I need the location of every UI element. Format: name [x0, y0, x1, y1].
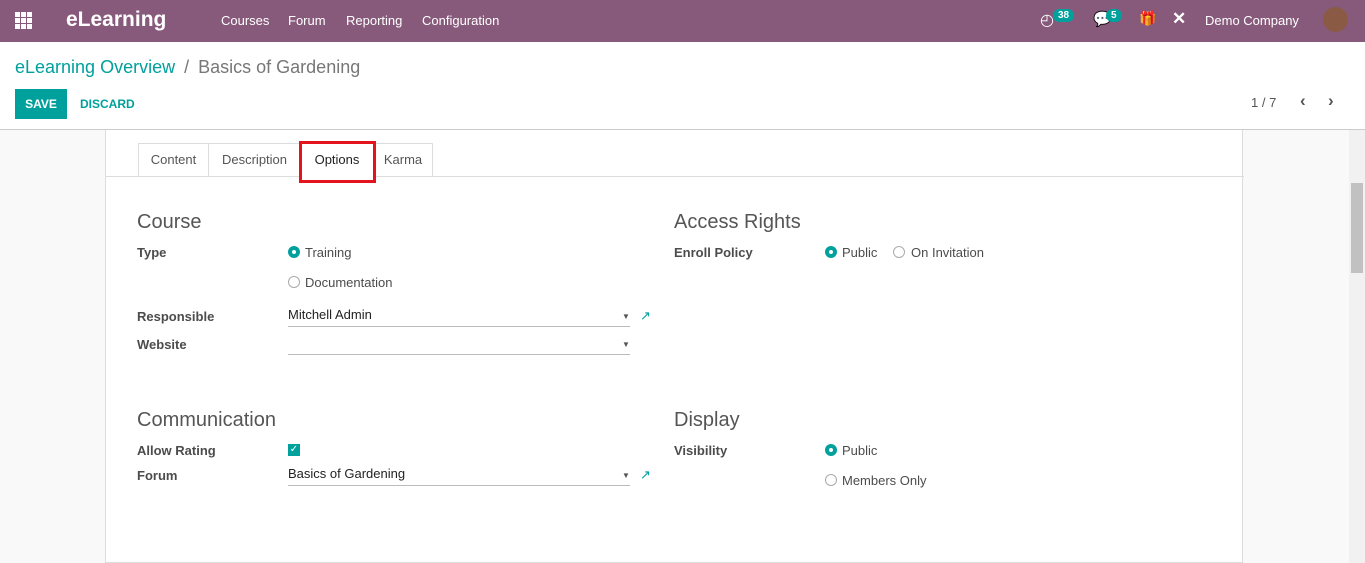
allow-rating-label: Allow Rating — [137, 443, 216, 458]
user-avatar[interactable] — [1323, 7, 1348, 32]
enroll-public-radio[interactable] — [825, 246, 837, 258]
display-heading: Display — [674, 409, 740, 431]
responsible-field[interactable]: Mitchell Admin — [288, 307, 630, 327]
menu-configuration[interactable]: Configuration — [422, 13, 499, 28]
tab-karma[interactable]: Karma — [373, 143, 433, 177]
website-field[interactable] — [288, 335, 630, 355]
pager-previous-icon[interactable]: ‹ — [1300, 91, 1306, 111]
gift-icon[interactable]: 🎁 — [1139, 10, 1156, 27]
visibility-members-label[interactable]: Members Only — [842, 473, 927, 488]
forum-external-link-icon[interactable]: ↗ — [640, 467, 651, 483]
website-label: Website — [137, 337, 187, 352]
visibility-label: Visibility — [674, 443, 728, 458]
type-training-radio[interactable] — [288, 246, 300, 258]
tab-description[interactable]: Description — [208, 143, 301, 177]
visibility-public-radio[interactable] — [825, 444, 837, 456]
app-brand: eLearning — [66, 8, 167, 31]
type-documentation-label[interactable]: Documentation — [305, 275, 392, 290]
responsible-label: Responsible — [137, 309, 215, 324]
pager-value[interactable]: 1 / 7 — [1251, 95, 1276, 110]
enroll-policy-label: Enroll Policy — [674, 245, 753, 260]
forum-field[interactable]: Basics of Gardening — [288, 466, 630, 486]
breadcrumb-current: Basics of Gardening — [198, 57, 361, 77]
forum-label: Forum — [137, 468, 178, 483]
responsible-dropdown-icon[interactable]: ▼ — [622, 312, 630, 321]
breadcrumb-separator: / — [184, 57, 190, 77]
visibility-members-radio[interactable] — [825, 474, 837, 486]
communication-heading: Communication — [137, 409, 276, 431]
save-button[interactable]: SAVE — [15, 89, 67, 119]
course-heading: Course — [137, 211, 202, 233]
enroll-invitation-label[interactable]: On Invitation — [911, 245, 984, 260]
tab-content[interactable]: Content — [138, 143, 209, 177]
type-documentation-radio[interactable] — [288, 276, 300, 288]
website-dropdown-icon[interactable]: ▼ — [622, 340, 630, 349]
breadcrumb-parent[interactable]: eLearning Overview — [15, 57, 175, 77]
pager-next-icon[interactable]: › — [1328, 91, 1334, 111]
top-navbar: eLearning Courses Forum Reporting Config… — [0, 0, 1365, 42]
access-rights-heading: Access Rights — [674, 211, 801, 233]
apps-menu-icon[interactable] — [15, 12, 32, 29]
activity-badge: 38 — [1053, 9, 1075, 22]
activity-clock-icon[interactable]: ◴ — [1040, 10, 1054, 30]
messages-badge: 5 — [1106, 9, 1122, 22]
tools-icon[interactable]: ✕ — [1172, 9, 1186, 29]
forum-dropdown-icon[interactable]: ▼ — [622, 471, 630, 480]
enroll-invitation-radio[interactable] — [893, 246, 905, 258]
responsible-external-link-icon[interactable]: ↗ — [640, 308, 651, 324]
control-panel: eLearning Overview / Basics of Gardening… — [0, 42, 1365, 130]
company-switcher[interactable]: Demo Company — [1205, 13, 1299, 28]
menu-reporting[interactable]: Reporting — [346, 13, 402, 28]
allow-rating-checkbox[interactable]: ✓ — [288, 444, 300, 456]
visibility-public-label[interactable]: Public — [842, 443, 877, 458]
discard-button[interactable]: DISCARD — [80, 97, 135, 111]
type-training-label[interactable]: Training — [305, 245, 351, 260]
form-sheet: Content Description Options Karma Course… — [105, 130, 1244, 563]
menu-forum[interactable]: Forum — [288, 13, 326, 28]
scrollbar-thumb[interactable] — [1351, 183, 1363, 273]
menu-courses[interactable]: Courses — [221, 13, 269, 28]
enroll-public-label[interactable]: Public — [842, 245, 877, 260]
type-label: Type — [137, 245, 167, 260]
highlight-box — [299, 141, 376, 183]
breadcrumb: eLearning Overview / Basics of Gardening — [15, 57, 360, 78]
